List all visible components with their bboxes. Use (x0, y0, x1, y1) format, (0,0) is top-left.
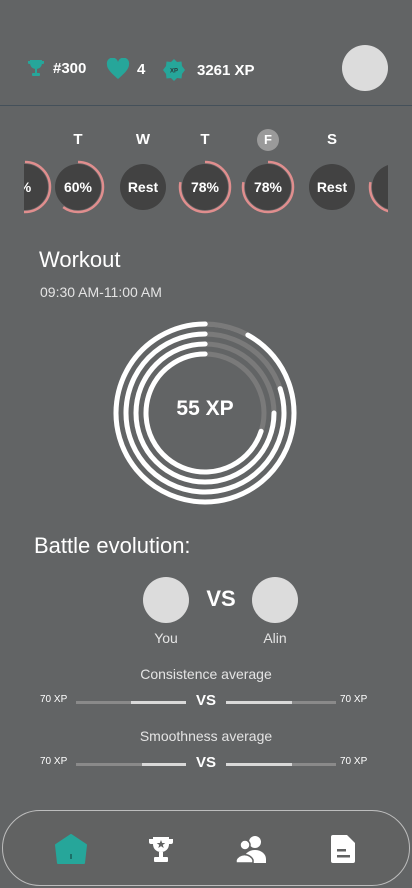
bottom-nav (2, 810, 410, 886)
vs-label: VS (206, 586, 236, 611)
day-progress-ring: 78% (241, 160, 295, 214)
rank-value: #300 (53, 59, 87, 77)
metric-left-bar-fill (142, 763, 186, 766)
likes-value: 4 (137, 60, 146, 78)
metric-left-value: 70 XP (40, 694, 68, 705)
player-a-name: You (154, 630, 178, 646)
trophy-icon (28, 60, 44, 76)
workout-xp-label: 55 XP (176, 397, 234, 420)
home-icon (55, 834, 87, 864)
player-a-avatar[interactable] (143, 577, 189, 623)
xp-badge-icon: XP (163, 59, 185, 81)
player-b-name: Alin (263, 630, 287, 646)
day-value: 78% (245, 164, 291, 210)
metric-row-smoothness: 70 XP VS 70 XP (0, 754, 412, 774)
day-letter: S (326, 131, 337, 148)
workout-time: 09:30 AM-11:00 AM (40, 284, 162, 300)
week-progress-strip[interactable]: % T 60% W Rest T 78% F 78% S Rest 7 (24, 128, 388, 218)
people-icon (235, 836, 266, 864)
workout-title: Workout (39, 247, 121, 272)
day-letter (368, 128, 388, 152)
xp-value: 3261 XP (197, 61, 255, 79)
day-value: Rest (309, 164, 355, 210)
nav-friends[interactable] (235, 833, 267, 865)
day-progress-ring: 78% (178, 160, 232, 214)
metric-right-bar-fill (226, 763, 292, 766)
day-progress-ring: % (24, 160, 52, 214)
xp-badge-text: XP (170, 69, 178, 75)
metric-right-bar (226, 701, 336, 704)
trophy-icon (149, 837, 173, 862)
metric-right-bar-fill (226, 701, 292, 704)
day-item[interactable]: F 78% (241, 128, 295, 214)
day-value: 60% (55, 164, 101, 210)
day-progress-ring: 7 (368, 160, 388, 214)
metric-row-consistence: 70 XP VS 70 XP (0, 692, 412, 712)
metric-right-value: 70 XP (340, 756, 368, 767)
day-letter: T (200, 131, 210, 148)
day-value: 78% (182, 164, 228, 210)
day-progress-ring: 60% (51, 160, 105, 214)
day-letter (24, 128, 52, 152)
rank-stat[interactable]: #300 (26, 58, 86, 78)
day-item[interactable]: W Rest (116, 128, 170, 214)
battle-title: Battle evolution: (34, 533, 191, 558)
day-progress-ring: Rest (116, 160, 170, 214)
metric-title-smoothness: Smoothness average (139, 728, 273, 744)
top-bar: #300 4 XP 3261 XP (0, 0, 412, 106)
player-b-avatar[interactable] (252, 577, 298, 623)
profile-avatar[interactable] (342, 45, 388, 91)
day-letter: T (73, 131, 83, 148)
nav-home[interactable] (55, 833, 87, 865)
day-item[interactable]: % (24, 128, 52, 214)
metric-title-consistence: Consistence average (140, 666, 272, 682)
metric-right-value: 70 XP (340, 694, 368, 705)
metric-vs: VS (195, 692, 216, 709)
day-letter: W (135, 131, 151, 148)
metric-left-bar (76, 763, 186, 766)
nav-leaderboard[interactable] (145, 833, 177, 865)
likes-stat[interactable]: 4 (106, 58, 145, 80)
day-progress-ring: Rest (305, 160, 359, 214)
day-item[interactable]: T 78% (178, 128, 232, 214)
metric-left-value: 70 XP (40, 756, 68, 767)
metric-right-bar (226, 763, 336, 766)
day-item[interactable]: 7 (368, 128, 388, 214)
day-item[interactable]: T 60% (51, 128, 105, 214)
metric-vs: VS (195, 754, 216, 771)
metric-left-bar (76, 701, 186, 704)
day-letter: F (241, 128, 295, 152)
metric-left-bar-fill (131, 701, 186, 704)
day-value: Rest (120, 164, 166, 210)
heart-icon (106, 58, 130, 79)
xp-stat[interactable]: XP 3261 XP (162, 58, 255, 82)
document-icon (331, 835, 355, 863)
day-item[interactable]: S Rest (305, 128, 359, 214)
nav-documents[interactable] (327, 833, 359, 865)
